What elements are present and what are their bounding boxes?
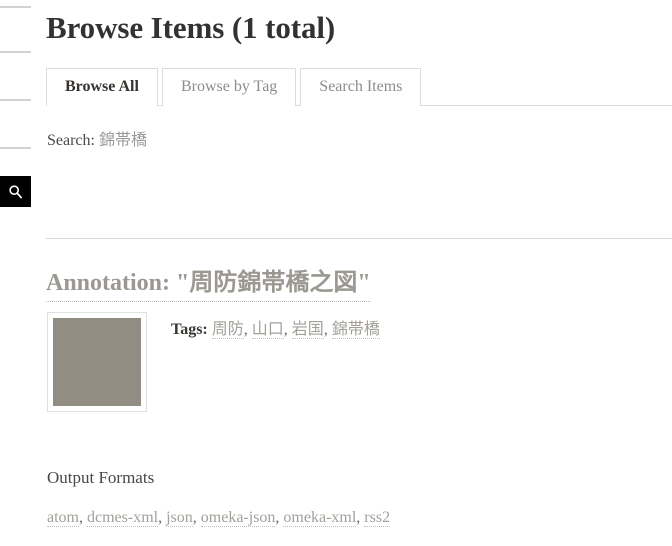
output-format-link[interactable]: atom — [47, 509, 79, 527]
search-summary-label: Search: — [47, 132, 95, 149]
sidebar-nav-divider — [0, 147, 31, 149]
tab-search-items[interactable]: Search Items — [300, 68, 422, 106]
output-format-link-separator: , — [79, 509, 87, 526]
record-divider — [46, 238, 672, 239]
tag-link-separator: , — [243, 321, 252, 338]
record-thumbnail-image — [53, 318, 141, 406]
browse-tabs: Browse All Browse by Tag Search Items — [46, 68, 425, 107]
tag-link[interactable]: 錦帯橋 — [331, 321, 380, 339]
output-format-link[interactable]: rss2 — [364, 509, 391, 527]
tag-link[interactable]: 岩国 — [291, 321, 324, 339]
record-title-link[interactable]: Annotation: "周防錦帯橋之図" — [46, 267, 371, 302]
sidebar-nav-divider — [0, 6, 31, 8]
output-format-link[interactable]: omeka-xml — [283, 509, 357, 527]
output-format-link-separator: , — [158, 509, 167, 526]
sidebar-nav-divider — [0, 51, 31, 53]
left-sidebar-rail — [0, 0, 32, 546]
output-formats-heading: Output Formats — [47, 468, 155, 487]
record-tag-list: 周防, 山口, 岩国, 錦帯橋 — [211, 321, 380, 339]
search-summary: Search: 錦帯橋 — [47, 130, 147, 152]
search-summary-query: 錦帯橋 — [98, 132, 147, 149]
tab-browse-by-tag[interactable]: Browse by Tag — [161, 68, 297, 106]
record-thumbnail[interactable] — [47, 312, 147, 412]
record-tags-label: Tags: — [171, 321, 208, 338]
output-formats-list: atom, dcmes-xml, json, omeka-json, omeka… — [47, 507, 391, 529]
search-icon — [8, 184, 23, 199]
tag-link-separator: , — [323, 321, 332, 338]
tab-browse-all[interactable]: Browse All — [46, 68, 158, 107]
page-title: Browse Items (1 total) — [46, 10, 336, 45]
output-format-link[interactable]: omeka-json — [200, 509, 276, 527]
main-content: Browse Items (1 total) Browse All Browse… — [46, 0, 672, 546]
output-format-link[interactable]: json — [166, 509, 193, 527]
sidebar-nav-divider — [0, 99, 31, 101]
tag-link-separator: , — [283, 321, 292, 338]
sidebar-search-button[interactable] — [0, 176, 31, 207]
tag-link[interactable]: 周防 — [211, 321, 244, 339]
output-format-link[interactable]: dcmes-xml — [87, 509, 159, 527]
tag-link[interactable]: 山口 — [251, 321, 284, 339]
output-format-link-separator: , — [192, 509, 201, 526]
record-tags: Tags: 周防, 山口, 岩国, 錦帯橋 — [171, 318, 380, 342]
